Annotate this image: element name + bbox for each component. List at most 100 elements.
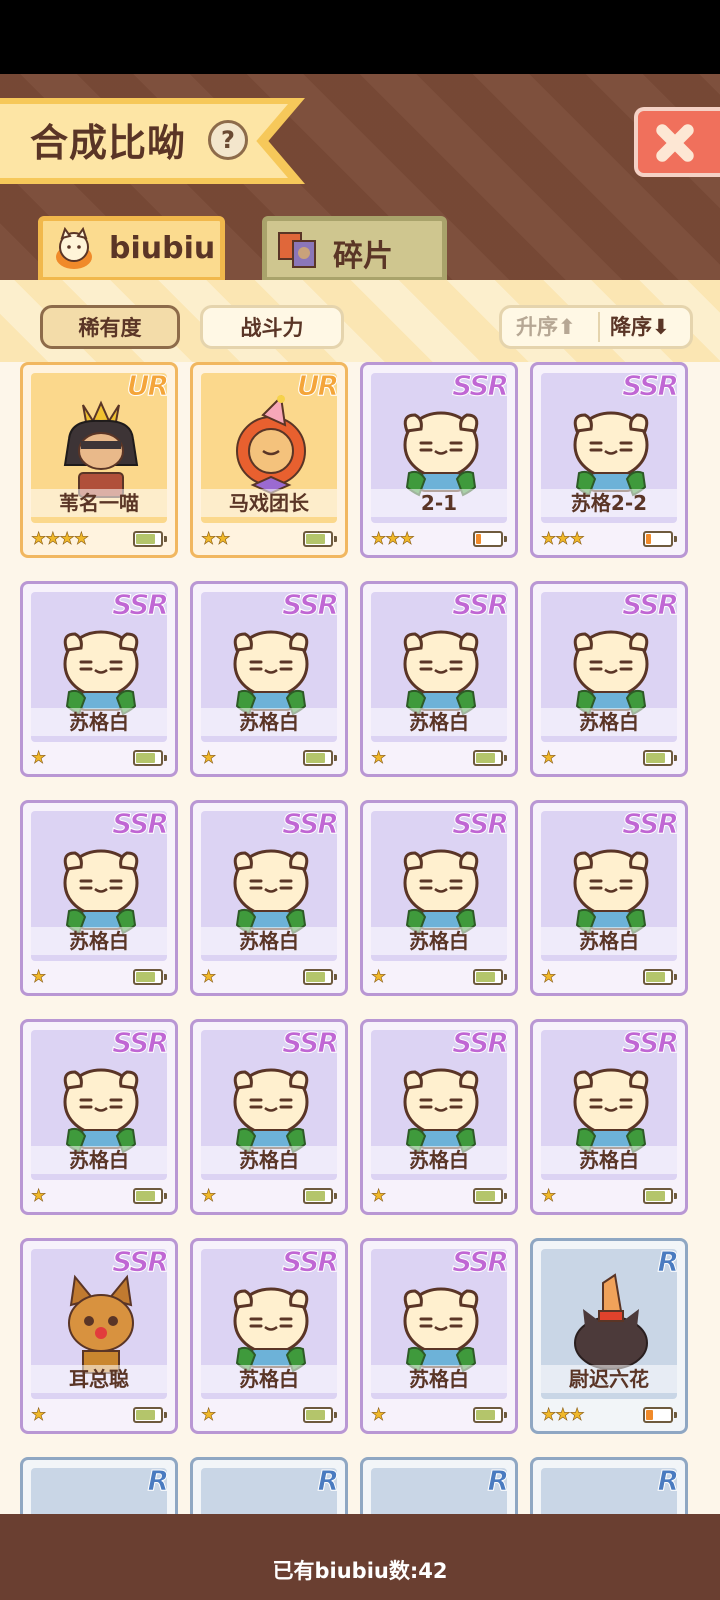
card-name: 尉迟六花 (541, 1365, 677, 1393)
star-rating: ★★ (201, 529, 231, 550)
card-name: 苏格白 (371, 1146, 507, 1174)
card-name: 2-1 (371, 489, 507, 517)
ascending-button[interactable]: 升序⬆ (516, 308, 576, 346)
cat-face-icon (56, 227, 92, 269)
biubiu-card[interactable]: SSR 苏格2-2 ★★★ (530, 362, 688, 558)
biubiu-card[interactable]: SSR 苏格白 ★ (360, 800, 518, 996)
puzzle-pieces-icon (278, 232, 316, 268)
biubiu-card[interactable]: SSR 苏格白 ★ (20, 581, 178, 777)
character-portrait (563, 1271, 659, 1377)
biubiu-card[interactable]: SSR 苏格白 ★ (530, 1019, 688, 1215)
rarity-badge: SSR (112, 1026, 170, 1060)
tab-pieces-label: 碎片 (333, 239, 393, 274)
character-portrait (53, 395, 149, 501)
energy-battery-icon (133, 1407, 167, 1423)
star-rating: ★ (371, 1405, 387, 1426)
card-name: 苏格白 (31, 708, 167, 736)
energy-battery-icon (643, 531, 677, 547)
biubiu-card[interactable]: SSR 耳总聪 ★ (20, 1238, 178, 1434)
rarity-badge: SSR (112, 807, 170, 841)
help-button[interactable]: ? (208, 120, 248, 160)
energy-battery-icon (643, 750, 677, 766)
card-name: 苏格白 (371, 1365, 507, 1393)
star-rating: ★ (541, 748, 557, 769)
energy-battery-icon (303, 1407, 337, 1423)
biubiu-card[interactable]: SSR 2-1 ★★★ (360, 362, 518, 558)
star-rating: ★ (31, 967, 47, 988)
character-portrait (393, 1052, 489, 1158)
character-portrait (223, 1052, 319, 1158)
biubiu-card[interactable]: UR 苇名一喵 ★★★★ (20, 362, 178, 558)
biubiu-card[interactable]: SSR 苏格白 ★ (20, 1019, 178, 1215)
energy-battery-icon (303, 750, 337, 766)
rarity-badge: SSR (452, 369, 510, 403)
biubiu-card[interactable]: SSR 苏格白 ★ (360, 1019, 518, 1215)
tab-pieces[interactable]: 碎片 (262, 216, 447, 282)
biubiu-card[interactable]: SSR 苏格白 ★ (190, 1019, 348, 1215)
energy-battery-icon (303, 1188, 337, 1204)
tab-biubiu-label: biubiu (109, 231, 216, 266)
card-grid: UR 苇名一喵 ★★★★ UR 马戏团长 ★★ SSR 2-1 ★★★ SSR 苏格2-2 ★★★ SS… (0, 362, 720, 1526)
star-rating: ★ (201, 1405, 217, 1426)
sort-rarity-button[interactable]: 稀有度 (40, 305, 180, 349)
rarity-badge: SSR (282, 1245, 340, 1279)
card-name: 苏格白 (31, 1146, 167, 1174)
character-portrait (563, 614, 659, 720)
card-name: 耳总聪 (31, 1365, 167, 1393)
rarity-badge: SSR (282, 588, 340, 622)
star-rating: ★★★ (541, 1405, 585, 1426)
tab-biubiu[interactable]: biubiu (38, 216, 225, 282)
energy-battery-icon (303, 531, 337, 547)
character-portrait (563, 833, 659, 939)
rarity-badge: SSR (622, 807, 680, 841)
star-rating: ★ (201, 967, 217, 988)
close-button[interactable] (634, 107, 720, 177)
energy-battery-icon (643, 969, 677, 985)
star-rating: ★ (201, 748, 217, 769)
character-portrait (393, 395, 489, 501)
biubiu-card[interactable]: SSR 苏格白 ★ (190, 1238, 348, 1434)
rarity-badge: SSR (452, 1245, 510, 1279)
card-name: 苇名一喵 (31, 489, 167, 517)
energy-battery-icon (643, 1407, 677, 1423)
card-name: 苏格白 (541, 708, 677, 736)
rarity-badge: SSR (452, 588, 510, 622)
star-rating: ★ (371, 967, 387, 988)
energy-battery-icon (473, 969, 507, 985)
character-portrait (393, 833, 489, 939)
star-rating: ★ (31, 748, 47, 769)
status-bar (0, 0, 720, 74)
energy-battery-icon (473, 1188, 507, 1204)
rarity-badge: UR (126, 369, 169, 403)
star-rating: ★★★★ (31, 529, 90, 550)
energy-battery-icon (473, 750, 507, 766)
character-portrait (563, 1052, 659, 1158)
card-name: 苏格白 (201, 927, 337, 955)
close-icon (652, 121, 696, 165)
biubiu-card[interactable]: SSR 苏格白 ★ (530, 800, 688, 996)
energy-battery-icon (133, 531, 167, 547)
star-rating: ★★★ (371, 529, 415, 550)
biubiu-card[interactable]: UR 马戏团长 ★★ (190, 362, 348, 558)
order-divider (598, 312, 600, 342)
rarity-badge: SSR (282, 1026, 340, 1060)
sort-power-button[interactable]: 战斗力 (200, 305, 344, 349)
biubiu-card[interactable]: SSR 苏格白 ★ (360, 581, 518, 777)
card-name: 苏格白 (541, 927, 677, 955)
biubiu-card[interactable]: SSR 苏格白 ★ (360, 1238, 518, 1434)
biubiu-card[interactable]: SSR 苏格白 ★ (190, 581, 348, 777)
character-portrait (223, 614, 319, 720)
descending-button[interactable]: 降序⬇ (610, 308, 670, 346)
energy-battery-icon (473, 531, 507, 547)
biubiu-card[interactable]: R 尉迟六花 ★★★ (530, 1238, 688, 1434)
rarity-badge: SSR (452, 807, 510, 841)
biubiu-card[interactable]: SSR 苏格白 ★ (530, 581, 688, 777)
biubiu-card[interactable]: SSR 苏格白 ★ (20, 800, 178, 996)
character-portrait (53, 1052, 149, 1158)
card-name: 苏格白 (201, 1146, 337, 1174)
character-portrait (563, 395, 659, 501)
character-portrait (393, 614, 489, 720)
page-title: 合成比呦 (30, 121, 187, 165)
biubiu-card[interactable]: SSR 苏格白 ★ (190, 800, 348, 996)
character-portrait (223, 833, 319, 939)
